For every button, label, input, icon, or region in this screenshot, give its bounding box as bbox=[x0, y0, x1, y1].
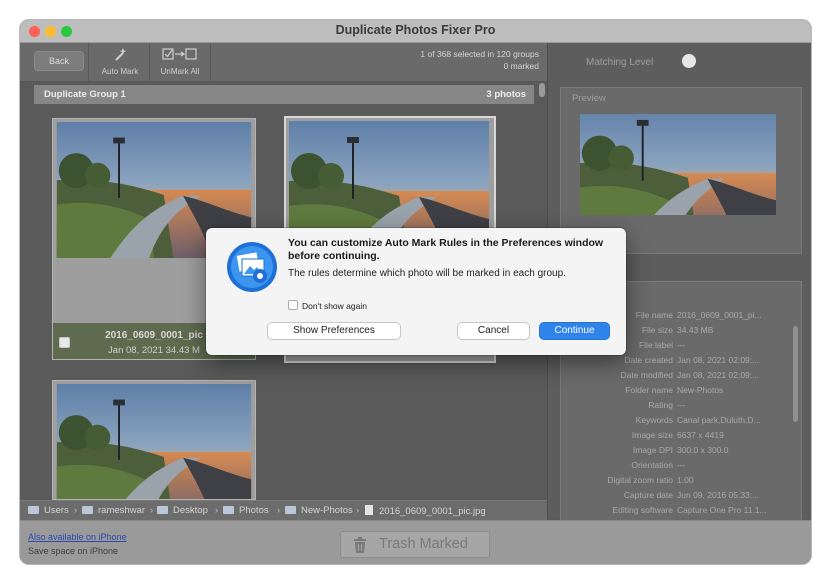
info-value: Jan 08, 2021 02:09:... bbox=[677, 355, 760, 365]
path-separator: › bbox=[215, 505, 219, 516]
info-key: File name bbox=[635, 310, 673, 320]
info-key: Date created bbox=[624, 355, 673, 365]
info-value: Jun 09, 2016 05:33:... bbox=[677, 490, 760, 500]
dont-show-again-label: Don't show again bbox=[302, 301, 367, 311]
dont-show-again-checkbox[interactable]: Don't show again bbox=[288, 300, 367, 311]
folder-icon bbox=[157, 506, 168, 514]
info-value: Capture One Pro 11.1... bbox=[677, 505, 767, 515]
info-value: 6637 x 4419 bbox=[677, 430, 724, 440]
trash-icon bbox=[354, 537, 366, 553]
auto-mark-dialog: You can customize Auto Mark Rules in the… bbox=[206, 228, 626, 355]
group-title: Duplicate Group 1 bbox=[44, 89, 126, 100]
unmark-all-icon bbox=[162, 48, 197, 60]
window-title: Duplicate Photos Fixer Pro bbox=[335, 23, 496, 37]
folder-icon bbox=[28, 506, 39, 514]
group-count: 3 photos bbox=[486, 89, 526, 100]
info-row: Image size 6637 x 4419 bbox=[561, 430, 801, 445]
magic-wand-icon bbox=[115, 48, 127, 61]
info-row: Orientation --- bbox=[561, 460, 801, 475]
continue-button[interactable]: Continue bbox=[540, 323, 609, 339]
info-row: Date modified Jan 08, 2021 02:09:... bbox=[561, 370, 801, 385]
trash-marked-label: Trash Marked bbox=[379, 536, 468, 552]
info-key: Image DPI bbox=[632, 445, 673, 455]
info-value: 300.0 x 300.0 bbox=[677, 445, 729, 455]
selection-count: 1 of 368 selected in 120 groups bbox=[420, 49, 539, 59]
info-row: Digital zoom ratio 1.00 bbox=[561, 475, 801, 490]
info-row: Editing software Capture One Pro 11.1... bbox=[561, 505, 801, 520]
selection-info: 1 of 368 selected in 120 groups 0 marked bbox=[420, 48, 539, 72]
info-value: 2016_0609_0001_pi... bbox=[677, 310, 762, 320]
matching-level-label: Matching Level bbox=[586, 57, 654, 68]
path-item[interactable]: Desktop bbox=[157, 505, 208, 516]
path-item[interactable]: New-Photos bbox=[285, 505, 353, 516]
checkbox-box bbox=[288, 300, 298, 310]
info-row: Capture date Jun 09, 2016 05:33:... bbox=[561, 490, 801, 505]
path-item[interactable]: rameshwar bbox=[82, 505, 145, 516]
info-key: Keywords bbox=[635, 415, 673, 425]
info-key: Rating bbox=[648, 400, 673, 410]
info-row: Image DPI 300.0 x 300.0 bbox=[561, 445, 801, 460]
info-key: Orientation bbox=[631, 460, 673, 470]
info-value: Jan 08, 2021 02:09:... bbox=[677, 370, 760, 380]
info-value: 1.00 bbox=[677, 475, 694, 485]
back-button[interactable]: Back bbox=[34, 51, 84, 71]
info-value: Canal park,Duluth,D... bbox=[677, 415, 761, 425]
group-header[interactable]: Duplicate Group 1 3 photos bbox=[34, 85, 534, 104]
preview-image bbox=[580, 114, 776, 215]
title-bar: Duplicate Photos Fixer Pro bbox=[20, 20, 811, 43]
show-preferences-button[interactable]: Show Preferences bbox=[268, 323, 400, 339]
info-key: Digital zoom ratio bbox=[607, 475, 673, 485]
info-value: 34.43 MB bbox=[677, 325, 714, 335]
info-key: File label bbox=[638, 340, 673, 350]
file-icon bbox=[365, 505, 373, 515]
info-key: Capture date bbox=[623, 490, 673, 500]
dialog-title: You can customize Auto Mark Rules in the… bbox=[288, 237, 604, 262]
auto-mark-label: Auto Mark bbox=[101, 67, 139, 76]
info-key: Folder name bbox=[625, 385, 673, 395]
preview-label: Preview bbox=[572, 93, 606, 104]
scrollbar[interactable] bbox=[539, 83, 545, 97]
toolbar-divider bbox=[88, 43, 89, 81]
info-key: Image size bbox=[631, 430, 673, 440]
dialog-message: The rules determine which photo will be … bbox=[288, 268, 566, 279]
info-value: --- bbox=[677, 400, 686, 410]
photo-thumbnail[interactable] bbox=[52, 380, 256, 500]
unmark-all-button[interactable]: UnMark All bbox=[150, 47, 210, 76]
info-key: Date modified bbox=[620, 370, 673, 380]
folder-icon bbox=[82, 506, 93, 514]
iphone-link[interactable]: Also available on iPhone bbox=[28, 532, 127, 542]
path-separator: › bbox=[356, 505, 360, 516]
matching-level-toggle[interactable] bbox=[682, 54, 696, 68]
info-row: Date created Jan 08, 2021 02:09:... bbox=[561, 355, 801, 370]
trash-marked-button[interactable]: Trash Marked bbox=[340, 531, 490, 558]
marked-count: 0 marked bbox=[503, 61, 539, 71]
info-key: Editing software bbox=[612, 505, 673, 515]
path-bar: Users › rameshwar › Desktop › Photos › N… bbox=[20, 500, 547, 520]
folder-icon bbox=[285, 506, 296, 514]
bottom-bar: Also available on iPhone Save space on i… bbox=[20, 520, 811, 564]
path-item[interactable]: 2016_0609_0001_pic.jpg bbox=[365, 505, 486, 517]
iphone-subtitle: Save space on iPhone bbox=[28, 546, 119, 556]
path-separator: › bbox=[74, 505, 78, 516]
app-icon bbox=[227, 242, 277, 292]
info-value: --- bbox=[677, 340, 686, 350]
path-separator: › bbox=[150, 505, 154, 516]
info-key: File size bbox=[641, 325, 673, 335]
info-row: Rating --- bbox=[561, 400, 801, 415]
info-row: Folder name New-Photos bbox=[561, 385, 801, 400]
photo-image bbox=[56, 384, 252, 499]
path-item[interactable]: Photos bbox=[223, 505, 269, 516]
path-item[interactable]: Users bbox=[28, 505, 69, 516]
path-separator: › bbox=[277, 505, 281, 516]
info-row: Keywords Canal park,Duluth,D... bbox=[561, 415, 801, 430]
info-value: --- bbox=[677, 460, 686, 470]
auto-mark-button[interactable]: Auto Mark bbox=[90, 47, 150, 76]
cancel-button[interactable]: Cancel bbox=[458, 323, 529, 339]
info-value: New-Photos bbox=[677, 385, 724, 395]
folder-icon bbox=[223, 506, 234, 514]
toolbar: Back Auto Mark UnMark All 1 of 368 selec… bbox=[20, 43, 547, 82]
unmark-all-label: UnMark All bbox=[160, 67, 200, 76]
toolbar-divider bbox=[210, 43, 211, 81]
